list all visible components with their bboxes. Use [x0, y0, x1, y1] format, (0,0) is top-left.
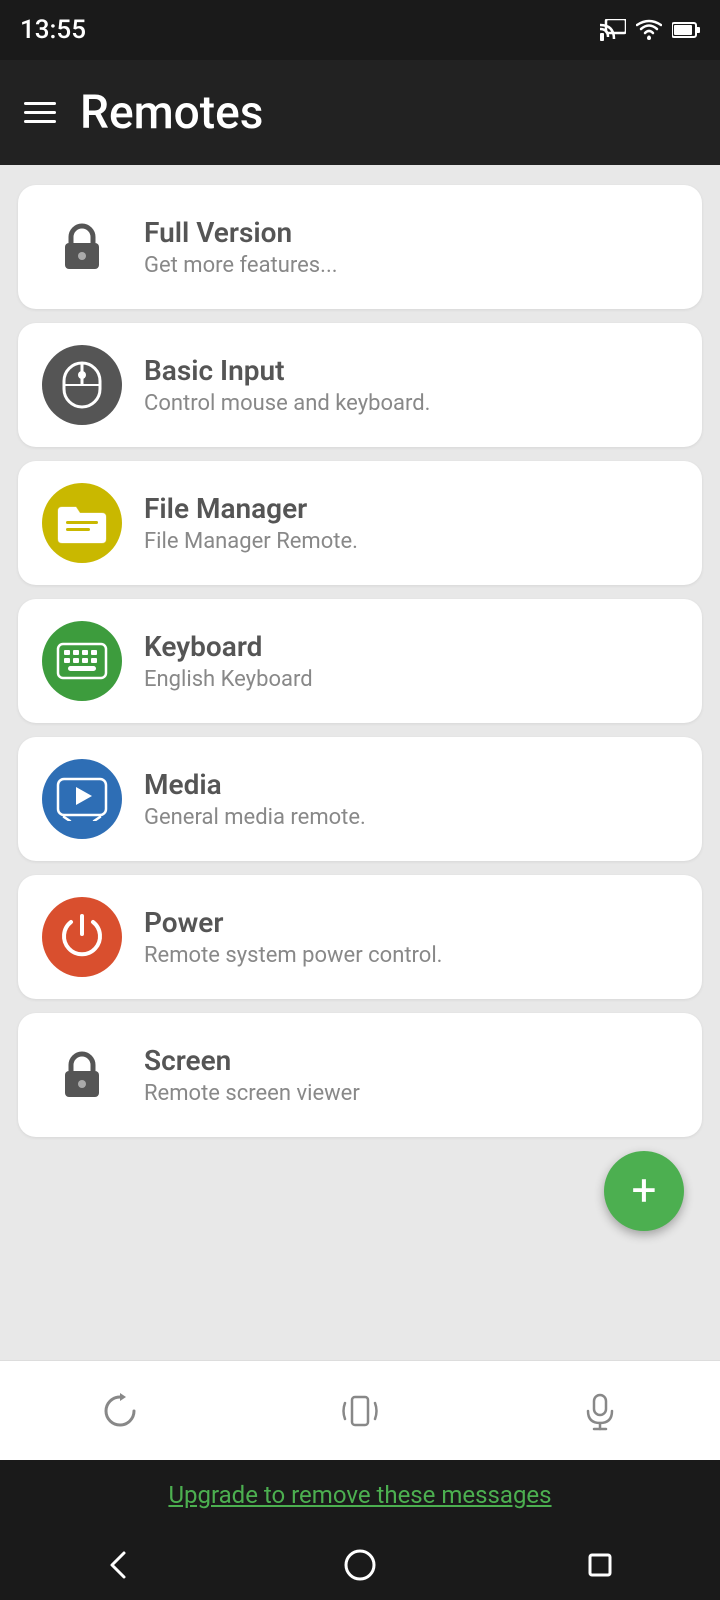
power-text: Power Remote system power control.: [144, 906, 442, 968]
remote-card-file-manager[interactable]: File Manager File Manager Remote.: [18, 461, 702, 585]
remote-card-power[interactable]: Power Remote system power control.: [18, 875, 702, 999]
file-manager-text: File Manager File Manager Remote.: [144, 492, 358, 554]
upgrade-link[interactable]: Upgrade to remove these messages: [168, 1481, 551, 1509]
page-title: Remotes: [80, 86, 263, 140]
keyboard-icon: [42, 621, 122, 701]
cast-icon: [600, 19, 626, 41]
bottom-navigation: [0, 1360, 720, 1460]
keyboard-description: English Keyboard: [144, 667, 313, 692]
remote-card-basic-input[interactable]: Basic Input Control mouse and keyboard.: [18, 323, 702, 447]
media-name: Media: [144, 768, 366, 801]
fab-container: +: [18, 1151, 702, 1211]
main-content: Full Version Get more features... Basic I…: [0, 165, 720, 1360]
full-version-description: Get more features...: [144, 253, 338, 278]
file-manager-icon: [42, 483, 122, 563]
refresh-icon: [100, 1391, 140, 1431]
power-name: Power: [144, 906, 442, 939]
mic-icon: [580, 1391, 620, 1431]
status-bar: 13:55: [0, 0, 720, 60]
add-remote-fab[interactable]: +: [604, 1151, 684, 1231]
menu-button[interactable]: [24, 102, 56, 123]
basic-input-description: Control mouse and keyboard.: [144, 391, 430, 416]
file-manager-description: File Manager Remote.: [144, 529, 358, 554]
full-version-text: Full Version Get more features...: [144, 216, 338, 278]
vibrate-button[interactable]: [240, 1361, 480, 1460]
media-icon: [42, 759, 122, 839]
status-icons: [600, 19, 700, 41]
mic-button[interactable]: [480, 1361, 720, 1460]
back-button[interactable]: [102, 1547, 138, 1583]
status-time: 13:55: [20, 15, 86, 45]
plus-icon: +: [632, 1168, 657, 1212]
system-nav-bar: [0, 1530, 720, 1600]
file-manager-name: File Manager: [144, 492, 358, 525]
power-icon: [42, 897, 122, 977]
screen-text: Screen Remote screen viewer: [144, 1044, 360, 1106]
keyboard-name: Keyboard: [144, 630, 313, 663]
full-version-name: Full Version: [144, 216, 338, 249]
remote-card-keyboard[interactable]: Keyboard English Keyboard: [18, 599, 702, 723]
full-version-icon: [42, 207, 122, 287]
remote-card-media[interactable]: Media General media remote.: [18, 737, 702, 861]
screen-name: Screen: [144, 1044, 360, 1077]
screen-icon: [42, 1035, 122, 1115]
power-description: Remote system power control.: [144, 943, 442, 968]
home-button[interactable]: [342, 1547, 378, 1583]
basic-input-name: Basic Input: [144, 354, 430, 387]
vibrate-icon: [340, 1391, 380, 1431]
media-description: General media remote.: [144, 805, 366, 830]
basic-input-text: Basic Input Control mouse and keyboard.: [144, 354, 430, 416]
screen-description: Remote screen viewer: [144, 1081, 360, 1106]
keyboard-text: Keyboard English Keyboard: [144, 630, 313, 692]
ad-banner: Upgrade to remove these messages: [0, 1460, 720, 1530]
recents-button[interactable]: [582, 1547, 618, 1583]
remote-card-full-version[interactable]: Full Version Get more features...: [18, 185, 702, 309]
basic-input-icon: [42, 345, 122, 425]
remote-card-screen[interactable]: Screen Remote screen viewer: [18, 1013, 702, 1137]
wifi-icon: [636, 19, 662, 41]
media-text: Media General media remote.: [144, 768, 366, 830]
app-header: Remotes: [0, 60, 720, 165]
refresh-button[interactable]: [0, 1361, 240, 1460]
battery-icon: [672, 21, 700, 39]
